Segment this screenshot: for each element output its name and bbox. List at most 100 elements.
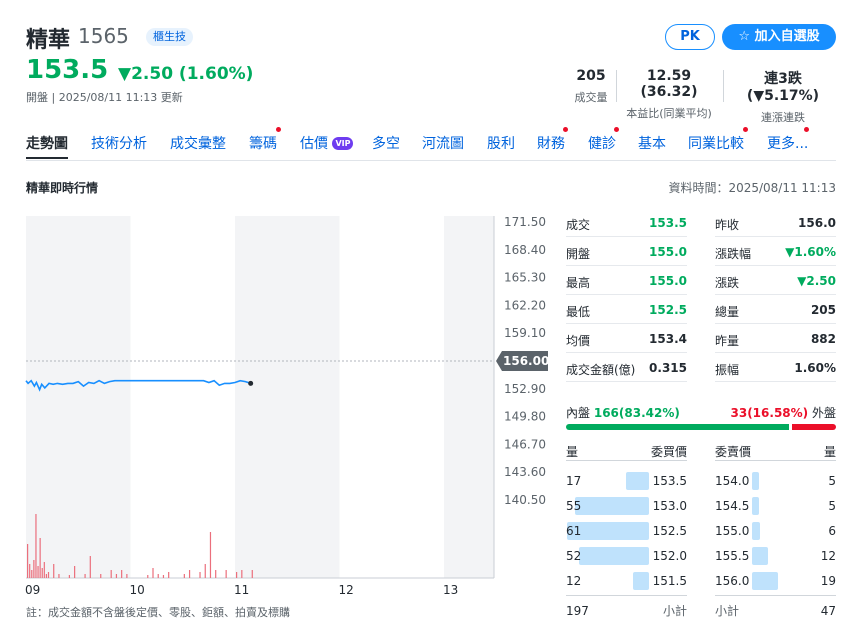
footer-divider	[566, 595, 687, 596]
y-tick-label: 171.50	[504, 215, 546, 229]
volume-bar	[209, 532, 212, 578]
bid-volume-bar	[633, 572, 649, 590]
ask-total: 47	[820, 604, 836, 618]
volume-bar	[29, 564, 31, 578]
volume-bar	[74, 566, 76, 578]
volume-bar	[84, 574, 86, 578]
ask-total-label: 小計	[715, 604, 740, 618]
ask-qty-header: 量	[823, 445, 836, 459]
volume-bar	[68, 575, 70, 578]
volume-bar	[241, 570, 243, 578]
ask-price[interactable]: 156.0	[715, 572, 749, 590]
ask-volume-bar	[752, 472, 759, 490]
volume-bar	[45, 574, 48, 578]
bid-price[interactable]: 152.5	[650, 522, 687, 540]
ask-qty: 19	[820, 574, 836, 588]
ask-volume-bar	[752, 572, 778, 590]
outer-label: 外盤	[811, 406, 836, 420]
ask-volume-bar	[752, 497, 759, 515]
ask-price[interactable]: 155.0	[715, 522, 749, 540]
hour-band	[444, 216, 494, 578]
x-tick-label: 10	[130, 583, 145, 597]
y-tick-label: 149.80	[504, 410, 546, 424]
ask-price[interactable]: 154.0	[715, 472, 749, 490]
quote-label: 成交金額(億)	[566, 363, 636, 377]
quote-label: 漲跌	[715, 276, 740, 290]
bid-price[interactable]: 151.5	[650, 572, 687, 590]
volume-bar	[251, 570, 253, 578]
bid-qty: 17	[566, 474, 582, 488]
bid-volume-bar	[575, 497, 649, 515]
bid-price[interactable]: 153.5	[650, 472, 687, 490]
volume-bar	[33, 560, 35, 578]
quote-row: 最低 152.5	[566, 296, 687, 324]
bid-total-label: 小計	[662, 604, 687, 618]
volume-bar	[162, 575, 165, 578]
bid-price[interactable]: 152.0	[650, 547, 687, 565]
quote-value: 153.4	[649, 332, 687, 346]
quote-label: 最高	[566, 276, 591, 290]
x-tick-label: 09	[25, 583, 40, 597]
ask-qty: 5	[828, 474, 836, 488]
quote-row: 昨收 156.0	[715, 209, 836, 237]
volume-bar	[152, 568, 154, 578]
volume-bar	[31, 570, 33, 578]
footnote: 註：成交金額不含盤後定價、零股、鉅額、拍賣及標購	[26, 606, 290, 619]
bid-volume-bar	[579, 547, 649, 565]
inner-value: 166(83.42%)	[593, 406, 680, 420]
bid-qty: 12	[566, 574, 582, 588]
quote-value: ▼2.50	[797, 274, 836, 288]
last-price-dot	[248, 380, 254, 386]
y-tick-label: 168.40	[504, 243, 546, 257]
ask-qty: 12	[820, 549, 836, 563]
volume-bar	[89, 556, 91, 578]
ask-volume-bar	[752, 547, 768, 565]
quote-row: 成交金額(億) 0.315	[566, 354, 687, 382]
volume-bar	[58, 574, 60, 578]
quote-label: 開盤	[566, 247, 591, 261]
ask-qty: 5	[828, 499, 836, 513]
header-divider	[715, 460, 836, 461]
quote-label: 均價	[566, 334, 591, 348]
header-divider	[566, 460, 687, 461]
volume-bar	[37, 566, 39, 578]
bid-price[interactable]: 153.0	[650, 497, 687, 515]
quote-value: 0.315	[649, 361, 687, 375]
ask-price-header: 委賣價	[715, 445, 752, 459]
quote-label: 漲跌幅	[715, 247, 752, 261]
quote-row: 總量 205	[715, 296, 836, 324]
outer-volume: 33(16.58%) 外盤	[700, 404, 837, 421]
quote-value: 155.0	[649, 245, 687, 259]
quote-value: 152.5	[649, 303, 687, 317]
volume-bar	[110, 570, 112, 578]
y-tick-label: 140.50	[504, 493, 546, 507]
bid-qty-header: 量	[566, 445, 579, 459]
ask-price[interactable]: 155.5	[715, 547, 749, 565]
ask-volume-bar	[752, 522, 760, 540]
volume-bar	[236, 572, 238, 578]
volume-bar	[199, 572, 201, 578]
volume-bar	[41, 568, 43, 578]
y-tick-label: 152.90	[504, 382, 546, 396]
volume-bar	[215, 570, 217, 578]
quote-value: 882	[810, 332, 836, 346]
x-tick-label: 11	[234, 583, 249, 597]
volume-bar	[47, 572, 50, 578]
quote-row: 最高 155.0	[566, 267, 687, 295]
quote-row: 均價 153.4	[566, 325, 687, 353]
volume-bar	[27, 544, 29, 578]
quote-label: 成交	[566, 218, 591, 232]
reference-price-label: 156.00	[503, 354, 549, 368]
quote-label: 昨量	[715, 334, 740, 348]
ask-price[interactable]: 154.5	[715, 497, 749, 515]
quote-value: 1.60%	[794, 361, 836, 375]
volume-bar	[183, 574, 185, 578]
quote-row: 漲跌幅 ▼1.60%	[715, 238, 836, 266]
volume-bar	[43, 562, 45, 578]
y-tick-label: 162.20	[504, 298, 546, 312]
volume-bar	[115, 574, 118, 578]
volume-bar	[204, 564, 206, 578]
outer-value: 33(16.58%)	[730, 406, 809, 420]
inner-label: 內盤	[566, 406, 591, 420]
hour-band	[26, 216, 131, 578]
